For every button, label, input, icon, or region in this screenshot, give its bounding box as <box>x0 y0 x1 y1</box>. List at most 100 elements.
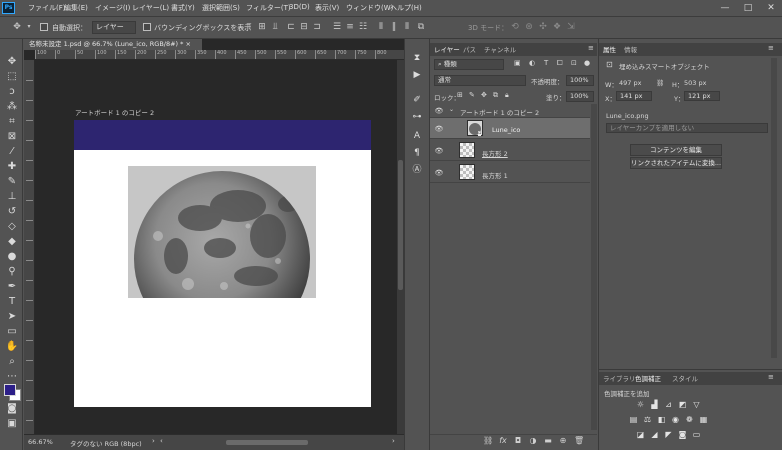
tab-libraries[interactable]: ライブラリ <box>603 373 636 385</box>
layer-name[interactable]: 長方形 1 <box>482 170 508 180</box>
lock-transparent-icon[interactable]: ⊞ <box>457 91 463 99</box>
tab-properties[interactable]: 属性 <box>603 44 616 56</box>
distribute-right-icon[interactable]: ⫴ <box>402 22 412 32</box>
filter-smart-object-icon[interactable]: ⊡ <box>571 59 577 67</box>
hand-tool-icon[interactable]: ✋ <box>5 340 19 354</box>
3d-pan-icon[interactable]: ✣ <box>538 22 548 32</box>
exposure-icon[interactable]: ◩ <box>677 400 688 410</box>
zoom-level[interactable]: 66.67% <box>28 438 53 446</box>
tab-close-icon[interactable]: × <box>186 40 191 48</box>
zoom-tool-icon[interactable]: ⌕ <box>5 355 19 369</box>
menu-view[interactable]: 表示(V) <box>315 3 339 13</box>
actions-panel-icon[interactable]: ▶ <box>411 69 423 81</box>
auto-select-checkbox[interactable] <box>40 23 48 31</box>
align-middle-icon[interactable]: ⊞ <box>257 22 267 32</box>
vibrance-icon[interactable]: ▽ <box>691 400 702 410</box>
more-tools-icon[interactable]: ⋯ <box>5 370 19 384</box>
selective-color-icon[interactable]: ◙ <box>677 430 688 440</box>
align-bottom-icon[interactable]: ⫫ <box>270 22 280 32</box>
tab-styles[interactable]: スタイル <box>672 373 698 385</box>
tab-channels[interactable]: チャンネル <box>484 44 516 56</box>
magic-wand-icon[interactable]: ⁂ <box>5 100 19 114</box>
history-panel-icon[interactable]: ⧗ <box>411 52 423 64</box>
opacity-field[interactable]: 100% <box>566 75 594 86</box>
layer-row-rect-2[interactable] <box>430 140 590 161</box>
layer-name[interactable]: 長方形 2 <box>482 148 508 158</box>
visibility-eye-icon[interactable]: 👁︎ <box>434 107 444 115</box>
visibility-eye-icon[interactable]: 👁︎ <box>434 125 444 133</box>
menu-window[interactable]: ウィンドウ(W) <box>346 3 393 13</box>
menu-select[interactable]: 選択範囲(S) <box>202 3 240 13</box>
3d-slide-icon[interactable]: ❖ <box>552 22 562 32</box>
tab-info[interactable]: 情報 <box>624 44 637 56</box>
marquee-tool-icon[interactable]: ⬚ <box>5 70 19 84</box>
distribute-top-icon[interactable]: ☰ <box>332 22 342 32</box>
brush-settings-icon[interactable]: ⊶ <box>411 111 423 123</box>
distribute-middle-icon[interactable]: ≡ <box>345 22 355 32</box>
menu-file[interactable]: ファイル(F) <box>28 3 66 13</box>
link-dimensions-icon[interactable]: ⛓ <box>656 79 664 87</box>
new-layer-icon[interactable]: ⊕ <box>558 436 568 446</box>
blend-mode-dropdown[interactable]: 通常 <box>434 75 526 86</box>
invert-icon[interactable]: ◪ <box>635 430 646 440</box>
vertical-scroll-thumb[interactable] <box>398 160 403 290</box>
lasso-tool-icon[interactable]: ↄ <box>5 85 19 99</box>
menu-layer[interactable]: レイヤー(L) <box>132 3 169 13</box>
screen-mode-icon[interactable]: ▣ <box>5 417 19 431</box>
quick-mask-icon[interactable]: ◙ <box>5 402 19 416</box>
horizontal-scroll-thumb[interactable] <box>226 440 308 445</box>
eyedropper-icon[interactable]: ⁄ <box>5 145 19 159</box>
scroll-right-icon[interactable]: › <box>392 437 395 445</box>
auto-select-dropdown[interactable]: レイヤー <box>92 21 136 34</box>
color-lookup-icon[interactable]: ▦ <box>698 415 709 425</box>
hue-saturation-icon[interactable]: ▤ <box>628 415 639 425</box>
menu-image[interactable]: イメージ(I) <box>95 3 130 13</box>
y-field[interactable]: 121 px <box>684 91 720 101</box>
moon-image[interactable] <box>128 166 316 298</box>
maximize-button[interactable]: □ <box>737 1 759 15</box>
fx-icon[interactable]: fx <box>498 436 508 446</box>
x-field[interactable]: 141 px <box>616 91 652 101</box>
layer-name[interactable]: Lune_ico <box>492 126 520 134</box>
layer-row-rect-1[interactable] <box>430 162 590 183</box>
filter-type-icon[interactable]: T <box>544 59 548 67</box>
3d-roll-icon[interactable]: ⊛ <box>524 22 534 32</box>
menu-help[interactable]: ヘルプ(H) <box>390 3 422 13</box>
panel-menu-icon[interactable]: ≡ <box>768 373 774 381</box>
visibility-eye-icon[interactable]: 👁︎ <box>434 169 444 177</box>
eraser-tool-icon[interactable]: ◇ <box>5 220 19 234</box>
history-brush-icon[interactable]: ↺ <box>5 205 19 219</box>
artboard-label[interactable]: アートボード 1 のコピー 2 <box>75 107 154 117</box>
pen-tool-icon[interactable]: ✒ <box>5 280 19 294</box>
paint-bucket-icon[interactable]: ◆ <box>5 235 19 249</box>
levels-icon[interactable]: ▟ <box>649 400 660 410</box>
move-tool-icon[interactable]: ✥ <box>5 55 19 69</box>
layer-name[interactable]: アートボード 1 のコピー 2 <box>460 107 539 117</box>
fill-field[interactable]: 100% <box>566 91 594 102</box>
mask-icon[interactable]: ◘ <box>513 436 523 446</box>
glyphs-panel-icon[interactable]: Ⓐ <box>411 164 423 176</box>
rectangle-tool-icon[interactable]: ▭ <box>5 325 19 339</box>
3d-scale-icon[interactable]: ⇲ <box>566 22 576 32</box>
channel-mixer-icon[interactable]: ❁ <box>684 415 695 425</box>
foreground-color-swatch-top[interactable] <box>4 384 16 396</box>
visibility-eye-icon[interactable]: 👁︎ <box>434 147 444 155</box>
lock-position-icon[interactable]: ✥ <box>481 91 487 99</box>
paragraph-panel-icon[interactable]: ¶ <box>411 147 423 159</box>
properties-scrollbar[interactable] <box>771 58 777 358</box>
filter-shape-icon[interactable]: ⧠ <box>557 59 563 68</box>
document-tab[interactable]: 名称未設定 1.psd @ 66.7% (Lune_ico, RGB/8#) *… <box>24 39 202 50</box>
black-white-icon[interactable]: ◧ <box>656 415 667 425</box>
path-select-icon[interactable]: ➤ <box>5 310 19 324</box>
trash-icon[interactable]: 🗑︎ <box>574 436 584 446</box>
folder-icon[interactable]: ▬ <box>543 436 553 446</box>
tab-adjustments[interactable]: 色調補正 <box>635 373 661 385</box>
convert-linked-button[interactable]: リンクされたアイテムに変換... <box>630 157 722 169</box>
tab-paths[interactable]: パス <box>463 44 476 56</box>
menu-type[interactable]: 書式(Y) <box>171 3 195 13</box>
frame-tool-icon[interactable]: ⊠ <box>5 130 19 144</box>
blur-tool-icon[interactable]: ● <box>5 250 19 264</box>
panel-menu-icon[interactable]: ≡ <box>588 44 594 52</box>
chevron-down-icon[interactable]: ▾ <box>24 22 34 32</box>
lock-artboard-icon[interactable]: ⧉ <box>493 91 498 100</box>
